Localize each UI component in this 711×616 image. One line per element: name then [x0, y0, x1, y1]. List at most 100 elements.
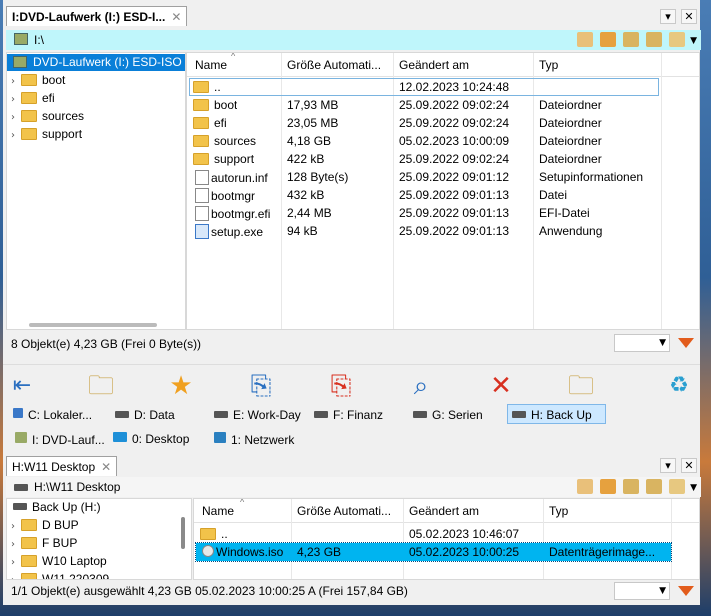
close-pane-icon[interactable]: ✕: [681, 9, 697, 24]
root-folder-icon[interactable]: [646, 479, 663, 495]
row-type: Dateiordner: [539, 152, 602, 166]
row-name: bootmgr: [211, 189, 256, 203]
top-folder-tree: DVD-Laufwerk (I:) ESD-ISO › boot › efi › so…: [6, 52, 186, 330]
tree-item-boot[interactable]: › boot: [7, 73, 65, 90]
tree-item-root[interactable]: DVD-Laufwerk (I:) ESD-ISO: [7, 54, 185, 71]
favorites-star-icon[interactable]: ★: [165, 370, 197, 402]
tree-item-efi[interactable]: › efi: [7, 91, 55, 108]
col-header-type[interactable]: Typ: [549, 504, 568, 518]
table-row[interactable]: bootmgr.efi 2,44 MB 25.09.2022 09:01:13 EFI…: [187, 204, 699, 222]
row-name: bootmgr.efi: [211, 207, 271, 221]
col-header-name[interactable]: Name: [195, 58, 227, 72]
filter-combo[interactable]: ▼: [614, 334, 670, 352]
panel-switch-icon[interactable]: ⇤: [6, 370, 38, 402]
tree-item-support[interactable]: › support: [7, 127, 82, 144]
tree-item-d-bup[interactable]: › D BUP: [7, 518, 79, 535]
tree-item-sources[interactable]: › sources: [7, 109, 84, 126]
parent-folder-icon[interactable]: [623, 479, 640, 495]
table-row[interactable]: bootmgr 432 kB 25.09.2022 09:01:13 Datei: [187, 186, 699, 204]
delete-icon[interactable]: ✕: [485, 370, 517, 402]
drive-button[interactable]: 0: Desktop: [109, 429, 193, 449]
tree-item-root[interactable]: Back Up (H:): [7, 500, 101, 517]
recycle-bin-icon[interactable]: ♻: [663, 370, 695, 402]
top-path-bar[interactable]: I:\ ▼: [6, 30, 701, 50]
row-size: 4,23 GB: [297, 545, 342, 559]
drive-button[interactable]: F: Finanz: [310, 405, 387, 425]
filter-icon[interactable]: [678, 586, 694, 596]
drive-button[interactable]: C: Lokaler...: [9, 405, 96, 425]
close-pane-icon[interactable]: ✕: [681, 458, 697, 473]
drive-button[interactable]: 1: Netzwerk: [210, 429, 298, 449]
search-icon[interactable]: ⌕: [405, 370, 437, 402]
table-row[interactable]: .. 05.02.2023 10:46:07: [194, 525, 699, 543]
copy-path-icon[interactable]: [669, 479, 686, 495]
folder-icon: [21, 128, 37, 140]
table-row[interactable]: boot 17,93 MB 25.09.2022 09:02:24 Dateiordn…: [187, 96, 699, 114]
filter-combo[interactable]: ▼: [614, 582, 670, 600]
tree-item-w11-220309[interactable]: ›W11 220309: [7, 572, 109, 579]
drive-button[interactable]: D: Data: [111, 405, 179, 425]
drive-button[interactable]: E: Work-Day: [210, 405, 305, 425]
tree-scrollbar[interactable]: [29, 323, 157, 327]
tab-bottom-w11[interactable]: H:W11 Desktop ✕: [6, 456, 118, 476]
drive-button[interactable]: I: DVD-Lauf...: [11, 429, 109, 449]
table-row[interactable]: efi 23,05 MB 25.09.2022 09:02:24 Dateiordne…: [187, 114, 699, 132]
bottom-path-bar[interactable]: H:\W11 Desktop ▼: [6, 477, 701, 497]
table-row[interactable]: sources 4,18 GB 05.02.2023 10:00:09 Dateior…: [187, 132, 699, 150]
drive-button-selected[interactable]: H: Back Up: [507, 404, 606, 424]
history-icon[interactable]: [577, 32, 594, 48]
history-icon[interactable]: [577, 479, 594, 495]
col-header-date[interactable]: Geändert am: [399, 58, 469, 72]
tab-top-dvd[interactable]: I:DVD-Laufwerk (I:) ESD-I... ✕: [6, 6, 188, 26]
copy-to-icon[interactable]: ⎘: [245, 370, 277, 402]
dropdown-icon[interactable]: ▾: [660, 9, 676, 24]
sort-asc-icon: ^: [240, 498, 245, 507]
tree-item-f-bup[interactable]: › F BUP: [7, 536, 77, 553]
tree-item-label: F BUP: [42, 536, 78, 550]
close-tab-icon[interactable]: ✕: [101, 460, 111, 474]
chevron-right-icon[interactable]: ›: [7, 539, 19, 550]
folder-sync-icon[interactable]: 🗀: [85, 370, 117, 402]
drive-label: D: Data: [134, 408, 175, 422]
chevron-right-icon[interactable]: ›: [7, 76, 19, 87]
table-row[interactable]: support 422 kB 25.09.2022 09:02:24 Dateiord…: [187, 150, 699, 168]
parent-folder-icon[interactable]: [623, 32, 640, 48]
move-to-icon[interactable]: ⎘: [325, 370, 357, 402]
chevron-right-icon[interactable]: ›: [7, 557, 19, 568]
chevron-down-icon[interactable]: ▼: [690, 483, 697, 493]
table-row-selected[interactable]: Windows.iso 4,23 GB 05.02.2023 10:00:25 Dat…: [195, 542, 672, 562]
tree-item-label: boot: [42, 73, 66, 87]
path-toolbar: ▼: [570, 32, 697, 48]
drive-button[interactable]: G: Serien: [409, 405, 487, 425]
refresh-folder-icon[interactable]: 🗀: [565, 370, 597, 402]
copy-path-icon[interactable]: [669, 32, 686, 48]
table-row[interactable]: autorun.inf 128 Byte(s) 25.09.2022 09:01:1…: [187, 168, 699, 186]
chevron-right-icon[interactable]: ›: [7, 94, 19, 105]
chevron-right-icon[interactable]: ›: [7, 130, 19, 141]
root-folder-icon[interactable]: [646, 32, 663, 48]
folder-icon: [21, 537, 37, 549]
tree-scrollbar[interactable]: [181, 517, 185, 549]
table-row[interactable]: setup.exe 94 kB 25.09.2022 09:01:13 Anwendu…: [187, 222, 699, 240]
col-header-size[interactable]: Größe Automati...: [297, 504, 401, 518]
bottom-status-bar: 1/1 Objekt(e) ausgewählt 4,23 GB 05.02.2…: [6, 580, 701, 602]
col-header-date[interactable]: Geändert am: [409, 504, 479, 518]
folder-icon: [193, 81, 209, 93]
table-row[interactable]: .. 12.02.2023 10:24:48: [187, 78, 699, 96]
row-size: 422 kB: [287, 152, 325, 166]
col-header-name[interactable]: Name: [202, 504, 234, 518]
chevron-down-icon[interactable]: ▼: [690, 36, 697, 46]
drive-label: 1: Netzwerk: [231, 433, 295, 447]
col-header-type[interactable]: Typ: [539, 58, 558, 72]
chevron-right-icon[interactable]: ›: [7, 112, 19, 123]
list-header: Name ^ Größe Automati... Geändert am Typ: [187, 53, 699, 77]
tree-item-w10-laptop[interactable]: › W10 Laptop: [7, 554, 107, 571]
favorites-icon[interactable]: [600, 479, 617, 495]
dropdown-icon[interactable]: ▾: [660, 458, 676, 473]
col-header-size[interactable]: Größe Automati...: [287, 58, 391, 72]
filter-icon[interactable]: [678, 338, 694, 348]
chevron-right-icon[interactable]: ›: [7, 521, 19, 532]
favorites-icon[interactable]: [600, 32, 617, 48]
close-tab-icon[interactable]: ✕: [171, 10, 181, 24]
row-type: Dateiordner: [539, 134, 602, 148]
